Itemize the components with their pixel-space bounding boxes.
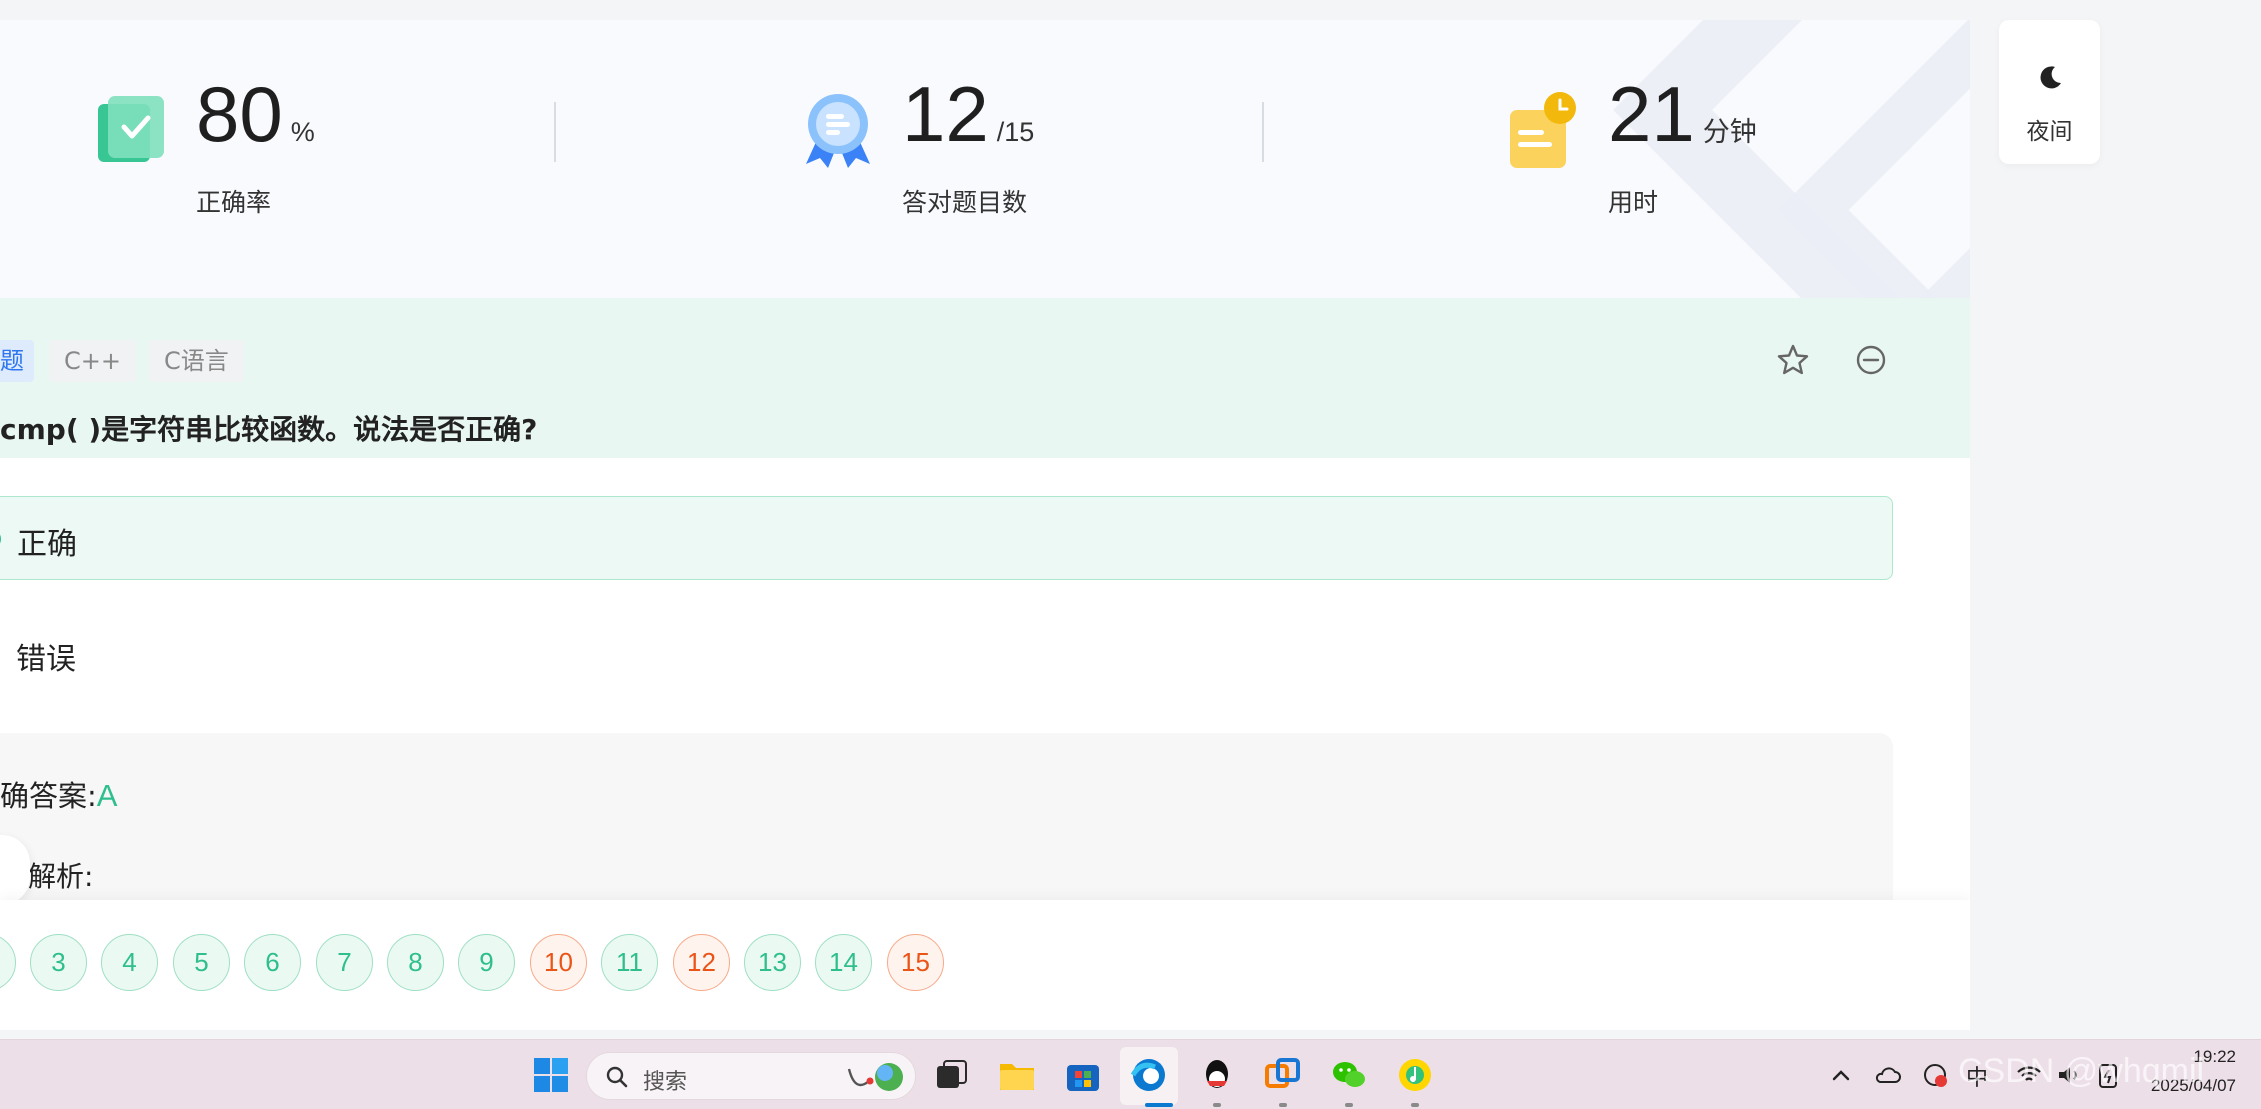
question-number-3[interactable]: 3: [30, 934, 87, 991]
tag-cpp: C++: [49, 340, 136, 382]
stat-divider: [554, 102, 556, 162]
option-label: 正确: [17, 527, 77, 562]
question-number-7[interactable]: 7: [316, 934, 373, 991]
accuracy-unit: %: [290, 117, 315, 147]
question-number-10[interactable]: 10: [530, 934, 587, 991]
correct-unit: /15: [996, 117, 1035, 147]
network-status-icon[interactable]: [1920, 1060, 1950, 1090]
question-number-9[interactable]: 9: [458, 934, 515, 991]
stats-banner: 80% 正确率 12/15 答对题目数 21 分钟 用时: [0, 20, 1970, 298]
running-indicator: [1345, 1103, 1353, 1107]
input-method-indicator[interactable]: 中: [1966, 1060, 1988, 1092]
question-number-14[interactable]: 14: [815, 934, 872, 991]
question-number-13[interactable]: 13: [744, 934, 801, 991]
option-radio-selected[interactable]: [0, 529, 1, 549]
question-text: cmp( )是字符串比较函数。说法是否正确?: [0, 413, 538, 446]
moon-icon: [2040, 66, 2061, 89]
onedrive-cloud-icon[interactable]: [1872, 1060, 1902, 1090]
time-value: 21 分钟: [1608, 70, 1757, 158]
search-placeholder: 搜索: [643, 1070, 688, 1095]
active-indicator: [1145, 1103, 1173, 1107]
search-icon: [606, 1066, 628, 1088]
running-indicator: [1213, 1103, 1221, 1107]
question-nav: 3 4 5 6 7 8 9 10 11 12 13 14 15: [0, 900, 1970, 1030]
correct-answer-label: 确答案:: [0, 779, 97, 813]
main-card: 80% 正确率 12/15 答对题目数 21 分钟 用时 题 C++ C语言 c…: [0, 20, 1970, 1030]
option-correct[interactable]: 正确: [0, 496, 1893, 580]
question-number-partial[interactable]: [0, 934, 16, 991]
award-medal-icon: [806, 94, 870, 168]
check-book-icon: [98, 96, 164, 162]
running-indicator: [1411, 1103, 1419, 1107]
clock-note-icon: [1510, 92, 1576, 168]
minus-circle-icon[interactable]: [1853, 342, 1889, 378]
taskbar: 搜索 中 19:22 2025/04/07 CSDN @whqmil: [0, 1039, 2261, 1109]
qq-music-icon[interactable]: [1396, 1056, 1434, 1094]
volume-icon[interactable]: [2054, 1060, 2084, 1090]
tag-question-type: 题: [0, 340, 34, 382]
option-label: 错误: [16, 642, 76, 677]
qq-icon[interactable]: [1198, 1056, 1236, 1094]
time-label: 用时: [1608, 188, 1659, 217]
remote-desktop-icon[interactable]: [1264, 1056, 1302, 1094]
clock-date[interactable]: 2025/04/07: [2140, 1076, 2236, 1096]
edge-icon[interactable]: [1130, 1056, 1168, 1094]
question-number-11[interactable]: 11: [601, 934, 658, 991]
question-number-8[interactable]: 8: [387, 934, 444, 991]
question-header: 题 C++ C语言 cmp( )是字符串比较函数。说法是否正确?: [0, 298, 1970, 458]
night-mode-button[interactable]: 夜间: [1999, 20, 2100, 164]
option-wrong[interactable]: 错误: [0, 612, 1893, 696]
night-mode-label: 夜间: [2026, 119, 2073, 145]
correct-answer-value: A: [96, 778, 118, 813]
question-number-12[interactable]: 12: [673, 934, 730, 991]
store-icon[interactable]: [1064, 1056, 1102, 1094]
correct-label: 答对题目数: [902, 188, 1028, 217]
question-number-15[interactable]: 15: [887, 934, 944, 991]
taskbar-search[interactable]: 搜索: [586, 1052, 916, 1100]
chevron-up-icon[interactable]: [1826, 1060, 1856, 1090]
analysis-label: 解析:: [28, 860, 94, 893]
search-highlight-icon: [847, 1063, 903, 1091]
question-number-4[interactable]: 4: [101, 934, 158, 991]
stat-divider: [1262, 102, 1264, 162]
file-explorer-icon[interactable]: [998, 1056, 1036, 1094]
correct-value: 12/15: [902, 70, 1035, 158]
running-indicator: [1279, 1103, 1287, 1107]
accuracy-value: 80%: [196, 70, 315, 158]
time-unit: 分钟: [1702, 117, 1757, 147]
star-icon[interactable]: [1775, 342, 1811, 378]
question-number-5[interactable]: 5: [173, 934, 230, 991]
wifi-icon[interactable]: [2014, 1060, 2044, 1090]
wechat-icon[interactable]: [1330, 1056, 1368, 1094]
tag-c-language: C语言: [149, 340, 244, 382]
task-view-icon[interactable]: [932, 1056, 970, 1094]
correct-answer-line: 确答案:A: [0, 773, 117, 815]
battery-icon[interactable]: [2094, 1060, 2124, 1090]
question-number-6[interactable]: 6: [244, 934, 301, 991]
start-icon[interactable]: [532, 1056, 570, 1094]
accuracy-label: 正确率: [196, 188, 272, 217]
clock-time[interactable]: 19:22: [2176, 1047, 2236, 1067]
